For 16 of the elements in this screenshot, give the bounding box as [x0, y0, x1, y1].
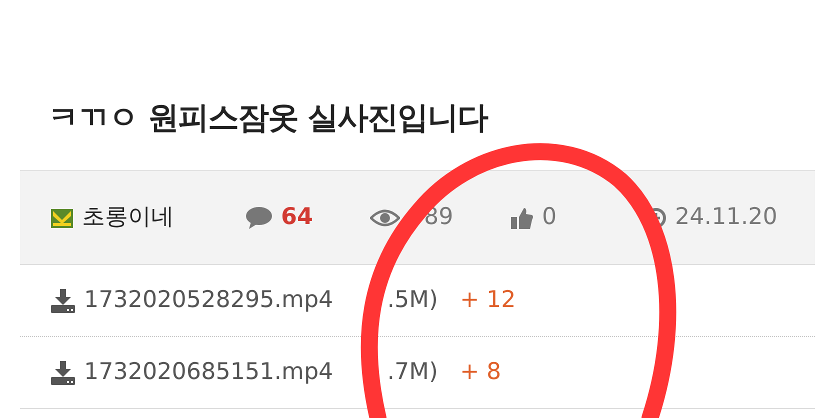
post-title: ㅋㄲㅇ 원피스잠옷 실사진입니다 [47, 99, 490, 138]
comment-count: 64 [281, 203, 314, 232]
attachment-link[interactable]: 1732020528295.mp4 [84, 283, 334, 318]
like-count: 0 [542, 203, 557, 232]
download-count: + 12 [460, 286, 516, 316]
eye-icon [370, 208, 400, 228]
download-icon [50, 288, 76, 314]
thumbs-up-icon [510, 206, 534, 230]
speech-bubble-icon [245, 206, 273, 230]
author-name: 초롱이네 [82, 203, 174, 232]
post-date: 24.11.20 [675, 203, 778, 232]
download-count: + 8 [460, 358, 502, 388]
file-size: .7M) [387, 358, 438, 388]
download-icon [50, 360, 76, 386]
attachment-link[interactable]: 1732020685151.mp4 [84, 355, 334, 390]
file-size: .5M) [387, 286, 438, 316]
